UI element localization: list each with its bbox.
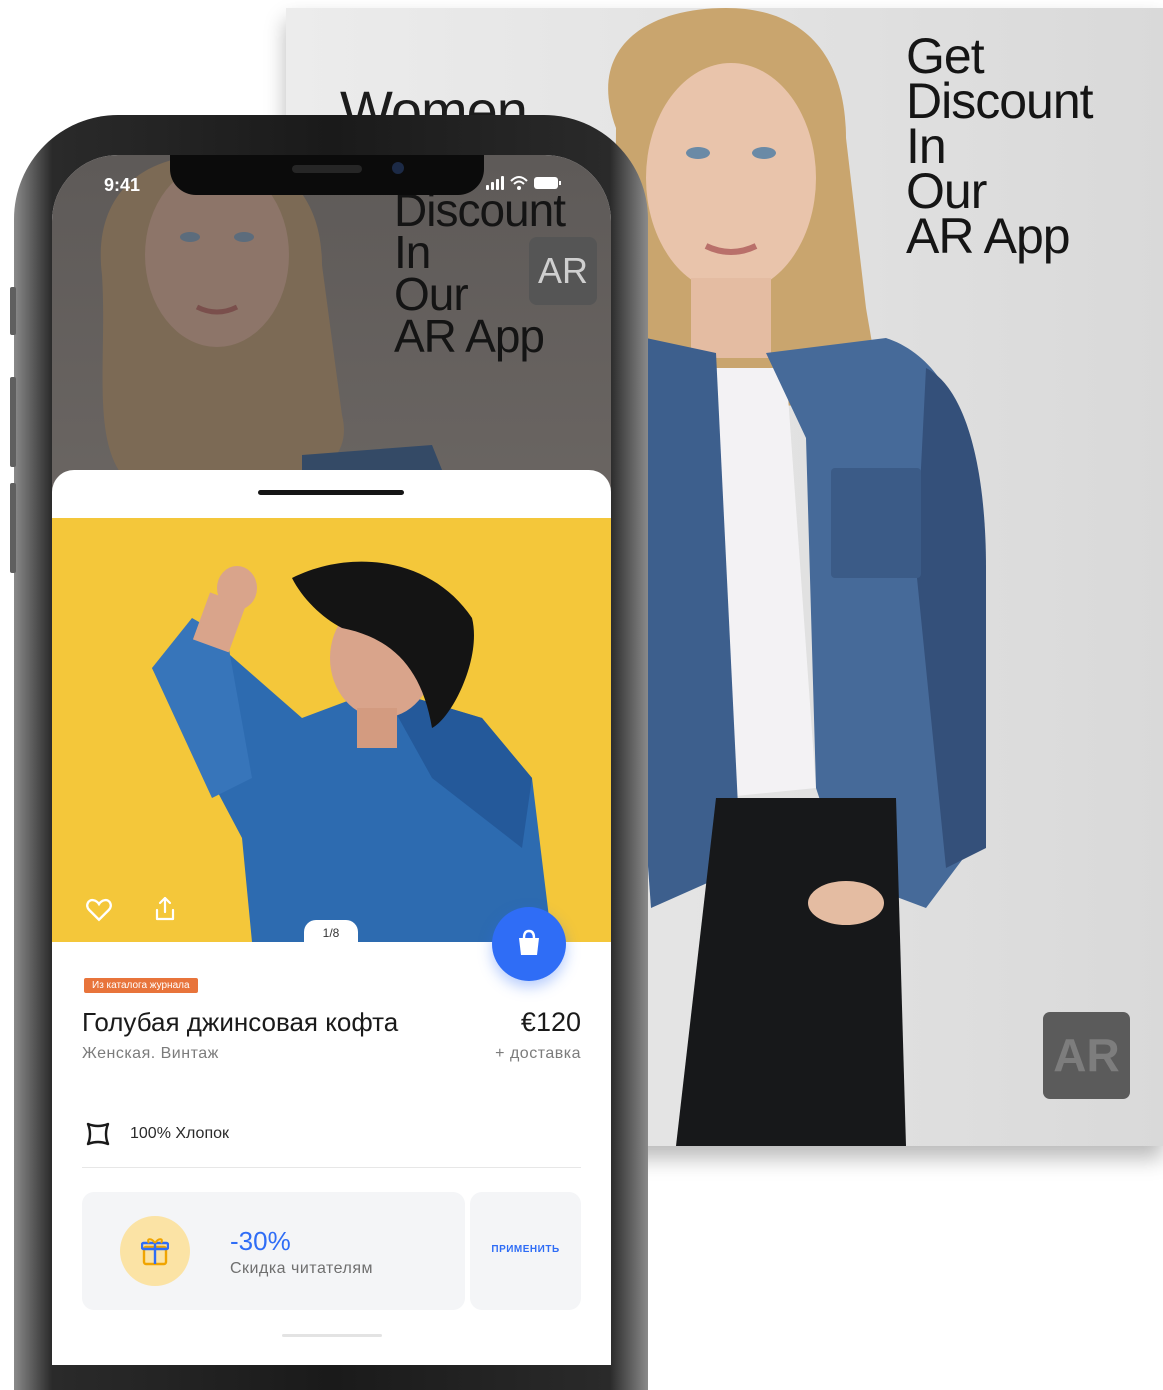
mute-switch bbox=[10, 287, 16, 335]
status-time: 9:41 bbox=[104, 175, 141, 195]
battery-icon bbox=[534, 177, 561, 189]
ar-camera-view: Discount In Our AR App AR bbox=[52, 155, 611, 495]
delivery-note: + доставка bbox=[495, 1045, 581, 1062]
divider bbox=[82, 1167, 581, 1168]
discount-value: -30% bbox=[230, 1226, 291, 1256]
discount-label: Скидка читателям bbox=[230, 1260, 374, 1277]
magazine-ar-badge: AR bbox=[1043, 1012, 1130, 1099]
signal-icon bbox=[486, 176, 504, 190]
product-price: €120 bbox=[520, 1007, 581, 1037]
product-subtitle: Женская. Винтаж bbox=[82, 1045, 219, 1062]
volume-up-button bbox=[10, 377, 16, 467]
add-to-bag-button[interactable] bbox=[492, 907, 566, 981]
ar-badge: AR bbox=[529, 237, 597, 305]
fabric-icon bbox=[86, 1122, 110, 1146]
heart-icon[interactable] bbox=[86, 898, 112, 922]
phone-screen: Discount In Our AR App AR 9:41 1/8 Из ка… bbox=[52, 155, 611, 1365]
wifi-icon bbox=[510, 176, 528, 185]
gift-badge bbox=[120, 1216, 190, 1286]
product-sheet: 1/8 Из каталога журнала Голубая джинсова… bbox=[52, 470, 611, 1365]
apply-discount-button[interactable]: ПРИМЕНИТЬ bbox=[470, 1192, 581, 1310]
product-photo[interactable]: 1/8 bbox=[52, 518, 611, 942]
product-photo-art bbox=[52, 518, 611, 942]
image-counter: 1/8 bbox=[304, 920, 358, 942]
share-icon[interactable] bbox=[154, 896, 176, 922]
status-icons bbox=[486, 173, 566, 198]
volume-down-button bbox=[10, 483, 16, 573]
product-title: Голубая джинсовая кофта bbox=[82, 1007, 399, 1037]
sheet-grabber[interactable] bbox=[258, 490, 404, 495]
gift-icon bbox=[141, 1238, 169, 1266]
catalog-tag: Из каталога журнала bbox=[84, 978, 198, 993]
material-label: 100% Хлопок bbox=[130, 1125, 230, 1142]
home-indicator bbox=[282, 1334, 382, 1337]
front-camera bbox=[392, 162, 404, 174]
reader-discount-card: -30% Скидка читателям bbox=[82, 1192, 465, 1310]
shopping-bag-icon bbox=[519, 929, 539, 955]
magazine-headline: Get Discount In Our AR App bbox=[906, 28, 1094, 264]
speaker bbox=[292, 165, 362, 173]
apply-label: ПРИМЕНИТЬ bbox=[491, 1244, 560, 1255]
phone-notch bbox=[170, 155, 484, 195]
